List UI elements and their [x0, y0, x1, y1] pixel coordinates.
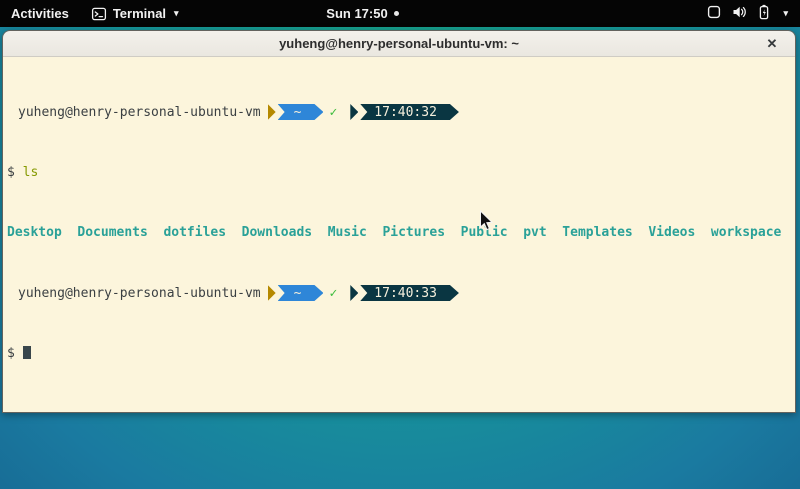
clock-label: Sun 17:50 [326, 6, 387, 21]
directory-name: Pictures [382, 225, 445, 240]
command-line: $ ls [7, 165, 791, 180]
prompt-symbol: $ [7, 346, 15, 361]
text-cursor [23, 346, 31, 359]
powerline-arrow-icon [268, 285, 276, 301]
battery-charging-icon [756, 4, 772, 23]
command-text: ls [23, 165, 39, 180]
directory-name: Templates [562, 225, 632, 240]
activities-label: Activities [11, 6, 69, 21]
volume-icon [731, 4, 747, 23]
chevron-down-icon: ▾ [174, 9, 179, 18]
directory-name: Music [328, 225, 367, 240]
directory-name: pvt [523, 225, 546, 240]
terminal-content[interactable]: yuheng@henry-personal-ubuntu-vm ~ ✓ 17:4… [3, 57, 795, 412]
prompt-time-segment: 17:40:32 [350, 104, 459, 120]
input-line[interactable]: $ [7, 346, 791, 361]
directory-name: Videos [648, 225, 695, 240]
top-bar: Activities Terminal ▾ Sun 17:50 [0, 0, 800, 27]
powerline-arrow-icon [350, 104, 358, 120]
directory-name: Documents [77, 225, 147, 240]
directory-name: dotfiles [163, 225, 226, 240]
window-titlebar[interactable]: yuheng@henry-personal-ubuntu-vm: ~ ✕ [3, 31, 795, 57]
notification-dot-icon [394, 11, 399, 16]
powerline-arrow-icon [268, 104, 276, 120]
clock-button[interactable]: Sun 17:50 [315, 0, 409, 27]
ls-output-line: Desktop Documents dotfiles Downloads Music Pi… [7, 225, 791, 240]
desktop-background: Activities Terminal ▾ Sun 17:50 [0, 0, 800, 489]
chevron-down-icon: ▾ [783, 9, 788, 18]
terminal-app-icon [91, 6, 107, 22]
cwd-badge: ~ [278, 285, 324, 301]
prompt-cwd-segment: ~ [268, 104, 324, 120]
status-check-icon: ✓ [329, 286, 337, 301]
top-bar-right: ▾ [694, 0, 800, 27]
close-icon[interactable]: ✕ [763, 35, 781, 53]
prompt-line: yuheng@henry-personal-ubuntu-vm ~ ✓ 17:4… [7, 285, 791, 301]
prompt-user-host: yuheng@henry-personal-ubuntu-vm [18, 286, 261, 301]
prompt-line: yuheng@henry-personal-ubuntu-vm ~ ✓ 17:4… [7, 104, 791, 120]
system-status-menu[interactable]: ▾ [694, 0, 800, 27]
app-menu-label: Terminal [113, 6, 166, 21]
time-badge: 17:40:32 [360, 104, 459, 120]
window-title: yuheng@henry-personal-ubuntu-vm: ~ [3, 36, 795, 51]
terminal-window: yuheng@henry-personal-ubuntu-vm: ~ ✕ yuh… [2, 30, 796, 413]
directory-name: Desktop [7, 225, 62, 240]
activities-button[interactable]: Activities [0, 0, 80, 27]
prompt-cwd-segment: ~ [268, 285, 324, 301]
top-bar-left: Activities Terminal ▾ [0, 0, 190, 27]
prompt-user-host: yuheng@henry-personal-ubuntu-vm [18, 105, 261, 120]
cwd-badge: ~ [278, 104, 324, 120]
time-badge: 17:40:33 [360, 285, 459, 301]
prompt-time-segment: 17:40:33 [350, 285, 459, 301]
prompt-symbol: $ [7, 165, 15, 180]
display-icon [706, 4, 722, 23]
directory-name: Downloads [242, 225, 312, 240]
powerline-arrow-icon [350, 285, 358, 301]
directory-name: Public [461, 225, 508, 240]
app-menu-terminal[interactable]: Terminal ▾ [80, 0, 190, 27]
status-check-icon: ✓ [329, 105, 337, 120]
directory-name: workspace [711, 225, 781, 240]
